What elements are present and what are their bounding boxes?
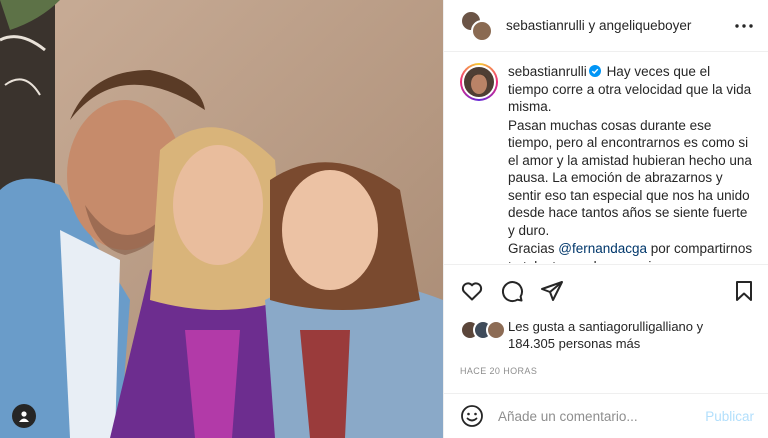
likes-line-2: 184.305 personas más <box>508 336 641 351</box>
add-comment-bar: Publicar <box>444 393 768 438</box>
send-icon[interactable] <box>540 279 564 303</box>
bookmark-icon[interactable] <box>732 279 756 303</box>
verified-badge-icon <box>588 65 601 77</box>
caption-line-3-prefix: Gracias <box>508 241 559 256</box>
caption-text: sebastianrulli Hay veces que el tiempo c… <box>508 63 754 263</box>
collab-avatars[interactable] <box>460 9 494 42</box>
caption: sebastianrulli Hay veces que el tiempo c… <box>444 53 768 263</box>
likes-summary: Les gusta a santiagorulligalliano y 184.… <box>460 318 756 352</box>
avatar <box>486 320 506 340</box>
post-authors[interactable]: sebastianrulli y angeliqueboyer <box>506 18 732 33</box>
post-side-panel: sebastianrulli y angeliqueboyer sebastia… <box>443 0 768 438</box>
publish-button[interactable]: Publicar <box>705 409 754 424</box>
post-photo[interactable] <box>0 0 443 438</box>
post-timestamp[interactable]: HACE 20 HORAS <box>460 366 537 376</box>
mention-link[interactable]: @fernandacga <box>558 241 647 256</box>
more-options-icon[interactable] <box>732 14 756 38</box>
post-image <box>0 0 443 438</box>
caption-username[interactable]: sebastianrulli <box>508 64 587 79</box>
likes-text[interactable]: Les gusta a santiagorulligalliano y 184.… <box>508 318 703 352</box>
liked-by-avatars[interactable] <box>460 320 508 342</box>
author-avatar[interactable] <box>460 63 498 101</box>
caption-line-2: Pasan muchas cosas durante ese tiempo, p… <box>508 117 752 238</box>
tagged-users-icon[interactable] <box>12 404 36 428</box>
post-header: sebastianrulli y angeliqueboyer <box>444 0 768 52</box>
avatar <box>471 19 493 42</box>
comment-icon[interactable] <box>500 279 524 303</box>
action-bar <box>444 264 768 316</box>
heart-icon[interactable] <box>460 279 484 303</box>
likes-line-1: Les gusta a santiagorulligalliano y <box>508 319 704 334</box>
emoji-icon[interactable] <box>460 404 484 428</box>
comment-input[interactable] <box>498 408 706 424</box>
